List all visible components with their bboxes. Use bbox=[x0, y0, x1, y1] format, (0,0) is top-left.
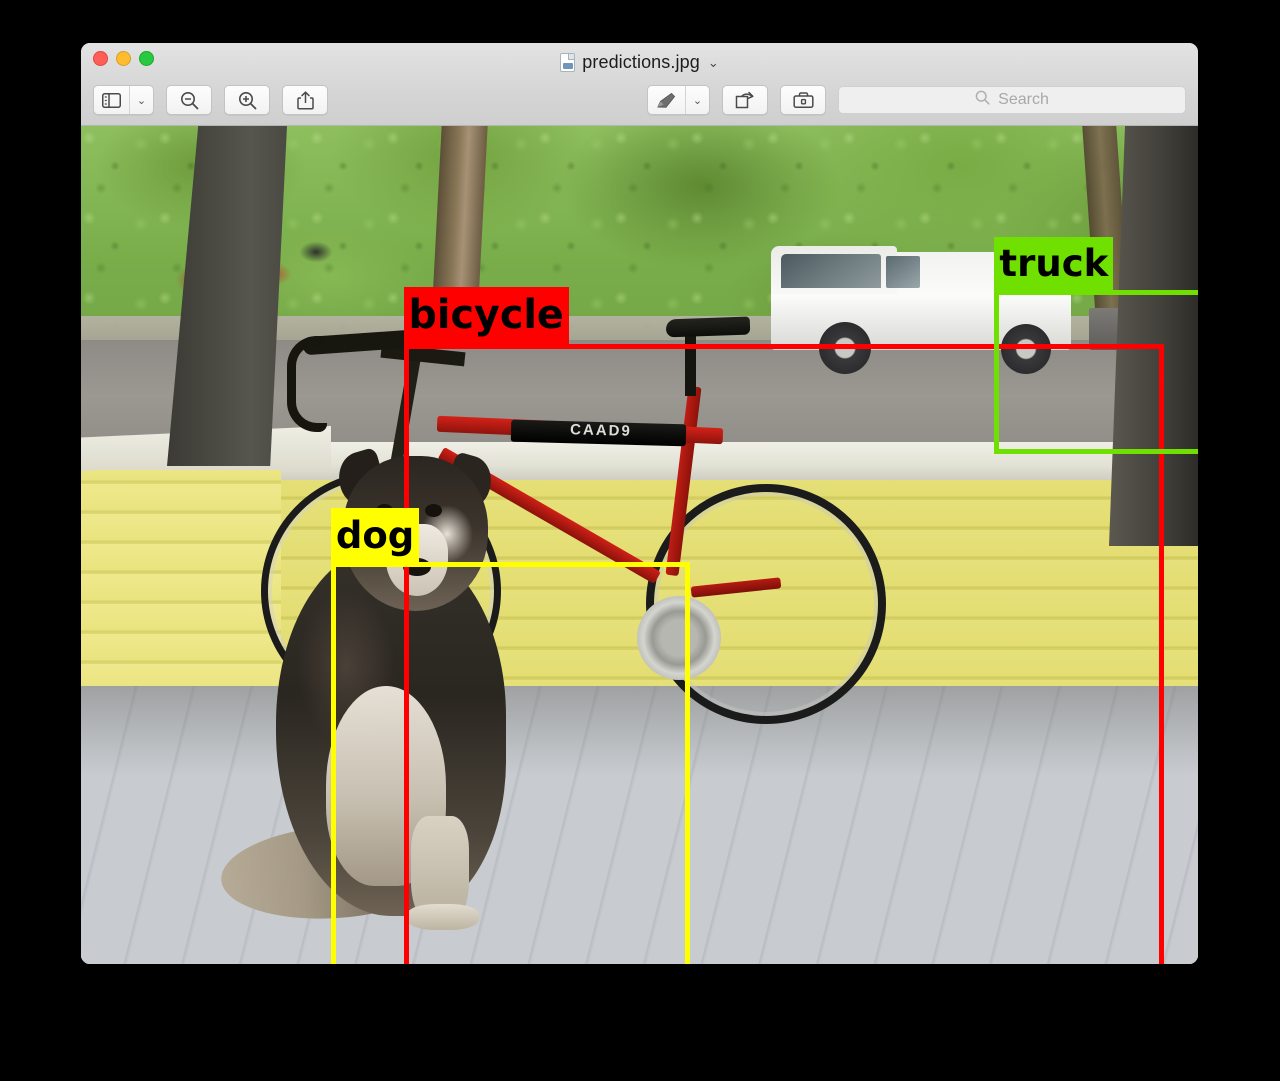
rotate-button[interactable] bbox=[722, 85, 768, 115]
preview-window: predictions.jpg ⌄ ⌄ ⌄ Search CAAD9 bicyc… bbox=[81, 43, 1198, 964]
pickup-truck-window bbox=[781, 254, 881, 288]
chevron-down-icon[interactable]: ⌄ bbox=[708, 56, 719, 69]
bbox-label-truck: truck bbox=[994, 237, 1114, 290]
window-title-text: predictions.jpg bbox=[582, 51, 700, 72]
search-icon bbox=[975, 90, 990, 110]
zoom-in-button[interactable] bbox=[224, 85, 270, 115]
window-toolbar: ⌄ ⌄ Search bbox=[81, 77, 1198, 123]
window-controls bbox=[93, 51, 154, 66]
toolbox-icon bbox=[792, 91, 814, 109]
rotate-left-icon bbox=[735, 91, 755, 110]
bbox-truck bbox=[994, 289, 1198, 454]
zoom-out-icon bbox=[180, 91, 199, 110]
bicycle-drop-bar bbox=[287, 336, 327, 432]
window-titlebar: predictions.jpg ⌄ ⌄ ⌄ Search bbox=[81, 43, 1198, 126]
window-title: predictions.jpg ⌄ bbox=[81, 51, 1198, 73]
image-document-icon bbox=[560, 52, 576, 72]
predictions-image: CAAD9 bicycle truck dog bbox=[81, 126, 1198, 964]
bbox-label-bicycle: bicycle bbox=[403, 287, 569, 345]
bicycle-saddle bbox=[665, 316, 751, 338]
close-button[interactable] bbox=[93, 51, 108, 66]
zoom-in-icon bbox=[238, 91, 257, 110]
share-button[interactable] bbox=[282, 85, 328, 115]
bbox-dog bbox=[330, 562, 691, 964]
pickup-truck-window2 bbox=[886, 256, 920, 288]
screen: predictions.jpg ⌄ ⌄ ⌄ Search CAAD9 bicyc… bbox=[0, 0, 1280, 1081]
toolbar-right-group: ⌄ Search bbox=[647, 85, 1186, 115]
bbox-label-dog: dog bbox=[330, 507, 420, 563]
minimize-button[interactable] bbox=[116, 51, 131, 66]
image-canvas[interactable]: CAAD9 bicycle truck dog bbox=[81, 126, 1198, 964]
chevron-down-icon[interactable]: ⌄ bbox=[685, 86, 709, 114]
sidebar-view-button[interactable]: ⌄ bbox=[93, 85, 154, 115]
markup-toolbox-button[interactable] bbox=[780, 85, 826, 115]
zoom-out-button[interactable] bbox=[166, 85, 212, 115]
markup-button[interactable]: ⌄ bbox=[647, 85, 710, 115]
share-icon bbox=[296, 90, 314, 110]
markup-pen-icon bbox=[648, 86, 685, 114]
toolbar-left-group: ⌄ bbox=[93, 85, 328, 115]
search-field[interactable]: Search bbox=[838, 86, 1186, 114]
search-placeholder: Search bbox=[998, 91, 1049, 108]
sidebar-icon bbox=[94, 86, 129, 114]
chevron-down-icon[interactable]: ⌄ bbox=[129, 86, 153, 114]
maximize-button[interactable] bbox=[139, 51, 154, 66]
